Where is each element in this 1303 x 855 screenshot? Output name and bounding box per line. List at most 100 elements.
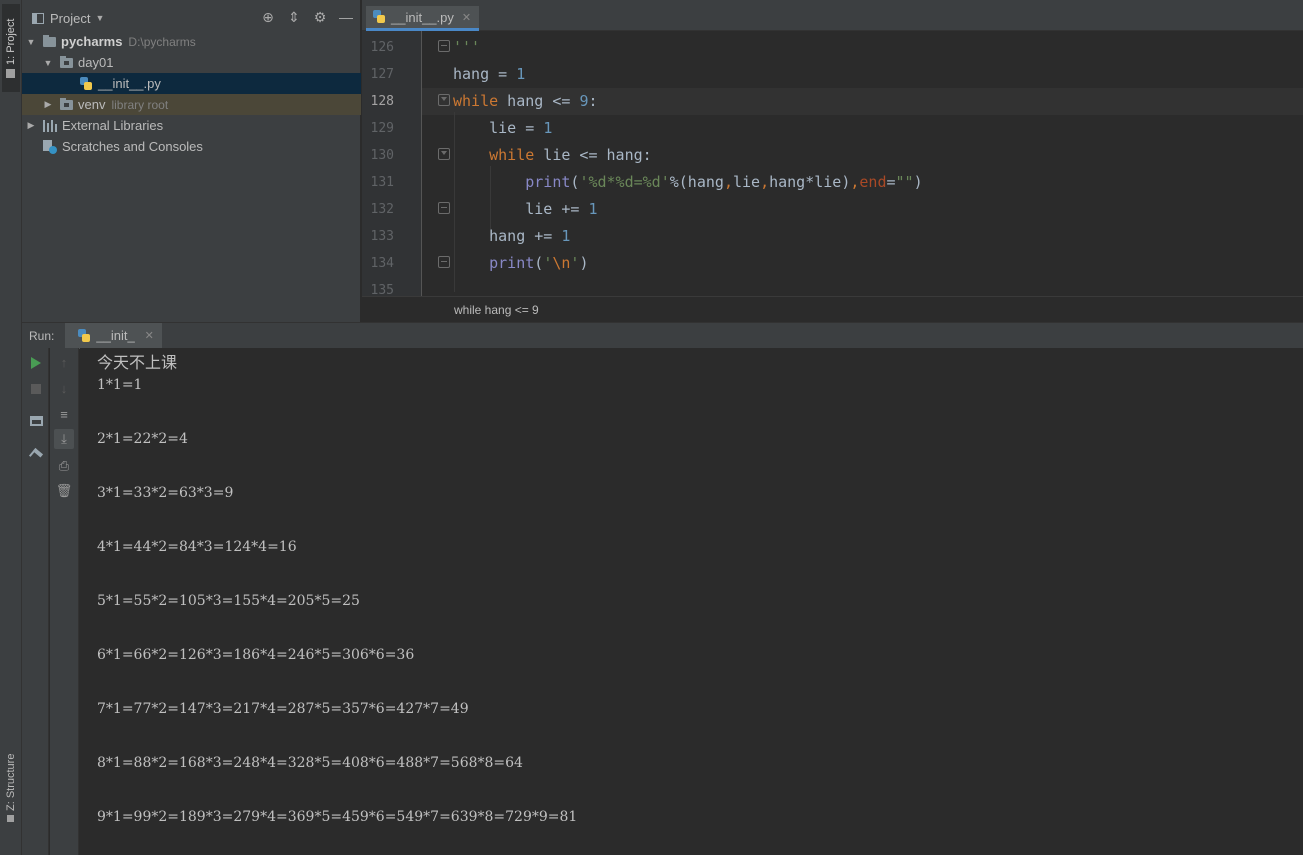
tree-item-venv[interactable]: ▶ venv library root: [22, 94, 361, 115]
fold-start-icon[interactable]: [438, 94, 450, 106]
rerun-button[interactable]: [26, 353, 46, 373]
tree-item-label: __init__.py: [98, 76, 161, 91]
trash-icon: 🗑: [55, 483, 73, 498]
left-tool-strip: 1: Project Z: Structure: [0, 0, 22, 855]
project-panel: Project ▼ ⊕ ⇕ ⚙ — ▼ pycharms D:\pycharms…: [22, 0, 361, 322]
run-tab-label: __init_: [96, 328, 135, 343]
project-tool-tab[interactable]: 1: Project: [2, 4, 20, 92]
collapsed-triangle-icon[interactable]: ▶: [42, 99, 54, 110]
print-button[interactable]: ⎙: [54, 456, 74, 476]
run-label: Run:: [29, 328, 55, 343]
python-file-icon: [79, 76, 93, 91]
project-folder-icon: [6, 68, 16, 78]
console-line: 7*1=77*2=147*3=217*4=287*5=357*6=427*7=4…: [97, 701, 469, 717]
console-line: 4*1=44*2=84*3=124*4=16: [97, 539, 297, 555]
console-output[interactable]: 今天不上课 1*1=1 2*1=22*2=4 3*1=33*2=63*3=9 4…: [80, 348, 1303, 855]
code-line-127: hang = 1: [453, 65, 526, 83]
structure-icon: [7, 815, 15, 823]
tree-item-scratches[interactable]: Scratches and Consoles: [22, 136, 361, 157]
tree-item-path: D:\pycharms: [128, 34, 196, 49]
folder-icon: [60, 55, 73, 68]
close-icon[interactable]: ✕: [462, 11, 471, 24]
code-area[interactable]: ''' hang = 1 while hang <= 9: lie = 1 wh…: [362, 31, 1303, 296]
breadcrumb[interactable]: while hang <= 9: [454, 303, 539, 317]
breadcrumb-bar: while hang <= 9: [362, 296, 1303, 322]
code-line-130: while lie <= hang:: [489, 146, 652, 164]
close-icon[interactable]: ✕: [145, 329, 154, 342]
tree-item-label: Scratches and Consoles: [62, 139, 203, 154]
printer-icon: ⎙: [58, 458, 70, 473]
run-toolbar-secondary: ↑ ↓ ≡ ⤓ ⎙ 🗑: [50, 348, 79, 855]
project-view-icon: [32, 12, 44, 24]
collapsed-triangle-icon[interactable]: ▶: [25, 120, 37, 131]
console-line: 8*1=88*2=168*3=248*4=328*5=408*6=488*7=5…: [97, 755, 523, 771]
chevron-down-icon[interactable]: ▼: [95, 13, 104, 23]
code-line-128: while hang <= 9:: [453, 92, 598, 110]
restore-layout-button[interactable]: [26, 411, 46, 431]
code-editor: __init__.py ✕ 126 127 128 129 130 131 13…: [362, 0, 1303, 322]
code-string: ''': [453, 38, 481, 56]
project-tool-tab-label: 1: Project: [5, 18, 17, 65]
library-icon: [43, 119, 57, 132]
arrow-down-icon: ↓: [60, 380, 68, 396]
editor-tab-init-py[interactable]: __init__.py ✕: [366, 6, 480, 31]
structure-tool-tab-label: Z: Structure: [5, 753, 17, 812]
tree-item-label: pycharms: [61, 34, 123, 49]
tree-item-pycharms[interactable]: ▼ pycharms D:\pycharms: [22, 31, 361, 52]
layout-icon: [29, 416, 43, 426]
structure-tool-tab[interactable]: Z: Structure: [2, 748, 20, 828]
tree-item-label: venv: [78, 97, 106, 112]
python-file-icon: [77, 328, 91, 343]
scratches-icon: [43, 139, 57, 154]
tree-item-hint: library root: [111, 97, 169, 112]
code-line-126: ''': [453, 34, 480, 61]
console-line: 5*1=55*2=105*3=155*4=205*5=25: [97, 593, 360, 609]
fold-end-icon[interactable]: [438, 256, 450, 268]
tree-item-day01[interactable]: ▼ day01: [22, 52, 361, 73]
scroll-down-button[interactable]: ↓: [54, 378, 74, 398]
pin-icon: [28, 447, 44, 463]
arrow-up-icon: ↑: [60, 354, 68, 370]
run-toolbar-primary: [22, 348, 49, 855]
locate-target-icon[interactable]: ⊕: [260, 9, 276, 25]
scroll-to-end-button[interactable]: ⤓: [54, 429, 74, 449]
console-line: 今天不上课: [97, 353, 178, 372]
gear-icon[interactable]: ⚙: [312, 9, 328, 25]
tree-item-external-libraries[interactable]: ▶ External Libraries: [22, 115, 361, 136]
console-line: 3*1=33*2=63*3=9: [97, 485, 234, 501]
run-panel-header: Run: __init_ ✕: [22, 322, 1303, 349]
play-icon: [31, 357, 41, 369]
console-line: 1*1=1: [97, 377, 143, 393]
stop-button[interactable]: [26, 379, 46, 399]
clear-all-button[interactable]: 🗑: [54, 481, 74, 501]
folder-icon: [60, 97, 73, 110]
code-line-132: lie += 1: [453, 200, 598, 218]
expanded-triangle-icon[interactable]: ▼: [42, 58, 54, 68]
soft-wrap-button[interactable]: ≡: [54, 404, 74, 424]
editor-tab-bar: __init__.py ✕: [362, 0, 1303, 31]
tree-item-init-py[interactable]: __init__.py: [22, 73, 361, 94]
console-line: 2*1=22*2=4: [97, 431, 188, 447]
code-line-131: print('%d*%d=%d'%(hang,lie,hang*lie),end…: [525, 173, 923, 191]
python-file-icon: [372, 10, 386, 24]
tree-item-label: External Libraries: [62, 118, 164, 133]
pin-tab-button[interactable]: [26, 445, 46, 465]
hide-panel-icon[interactable]: —: [338, 9, 354, 25]
fold-start-icon[interactable]: [438, 148, 450, 160]
expanded-triangle-icon[interactable]: ▼: [25, 37, 37, 47]
editor-tab-label: __init__.py: [391, 9, 454, 25]
folder-icon: [43, 34, 56, 47]
run-tab-init[interactable]: __init_ ✕: [65, 322, 162, 349]
fold-end-icon[interactable]: [438, 40, 450, 52]
console-line: 9*1=99*2=189*3=279*4=369*5=459*6=549*7=6…: [97, 809, 578, 825]
code-line-129: lie = 1: [453, 119, 553, 137]
fold-end-icon[interactable]: [438, 202, 450, 214]
scroll-to-end-icon: ⤓: [61, 431, 67, 446]
tree-item-label: day01: [78, 55, 114, 70]
project-view-selector[interactable]: Project: [50, 11, 90, 26]
soft-wrap-icon: ≡: [60, 406, 68, 422]
code-line-133: hang += 1: [453, 227, 571, 245]
scroll-up-button[interactable]: ↑: [54, 352, 74, 372]
console-line: 6*1=66*2=126*3=186*4=246*5=306*6=36: [97, 647, 415, 663]
collapse-all-icon[interactable]: ⇕: [286, 9, 302, 25]
